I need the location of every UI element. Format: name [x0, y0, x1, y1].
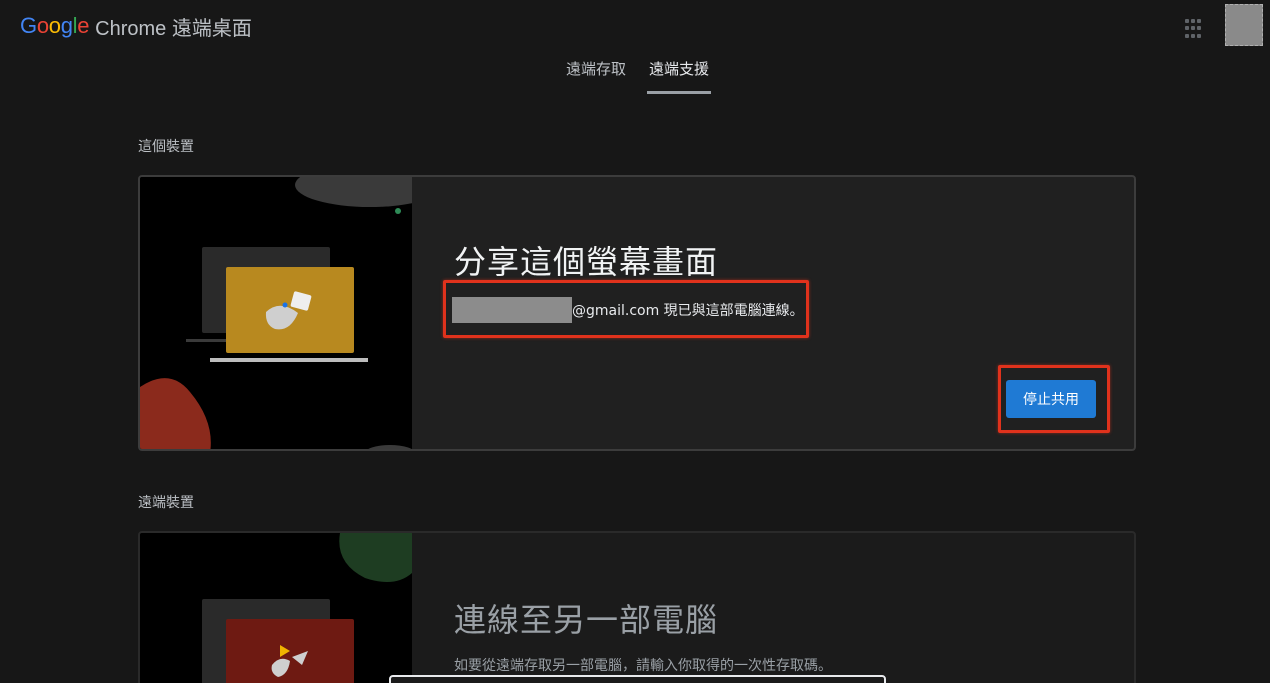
connect-remote-illustration: [140, 533, 412, 683]
annotation-highlight-status: [443, 280, 809, 338]
connect-remote-title: 連線至另一部電腦: [454, 601, 719, 639]
share-screen-card: 分享這個螢幕畫面 @gmail.com 現已與這部電腦連線。 停止共用: [138, 175, 1136, 451]
access-code-input[interactable]: [389, 675, 886, 683]
user-avatar-icon[interactable]: [1225, 4, 1263, 46]
chrome-remote-desktop-logo[interactable]: Google Chrome 遠端桌面: [20, 12, 252, 40]
grid-apps-icon[interactable]: [1185, 19, 1205, 39]
tab-bar: 遠端存取 遠端支援: [0, 52, 1270, 94]
share-screen-illustration: [140, 177, 412, 449]
section-label-this-device: 這個裝置: [138, 139, 194, 155]
tab-remote-support[interactable]: 遠端支援: [647, 58, 711, 94]
laptop-share-illustration-icon: [140, 177, 412, 449]
laptop-connect-illustration-icon: [202, 533, 412, 683]
access-code-hint: 如要從遠端存取另一部電腦，請輸入你取得的一次性存取碼。: [454, 658, 832, 674]
section-label-remote-device: 遠端裝置: [138, 495, 194, 511]
stop-sharing-button[interactable]: 停止共用: [1006, 380, 1096, 418]
app-name: Chrome 遠端桌面: [95, 17, 252, 40]
app-header: Google Chrome 遠端桌面: [0, 0, 1270, 52]
share-screen-title: 分享這個螢幕畫面: [454, 243, 719, 281]
google-wordmark: Google: [20, 13, 90, 38]
connect-remote-card: 連線至另一部電腦 如要從遠端存取另一部電腦，請輸入你取得的一次性存取碼。: [138, 531, 1136, 683]
tab-remote-access[interactable]: 遠端存取: [563, 58, 629, 94]
